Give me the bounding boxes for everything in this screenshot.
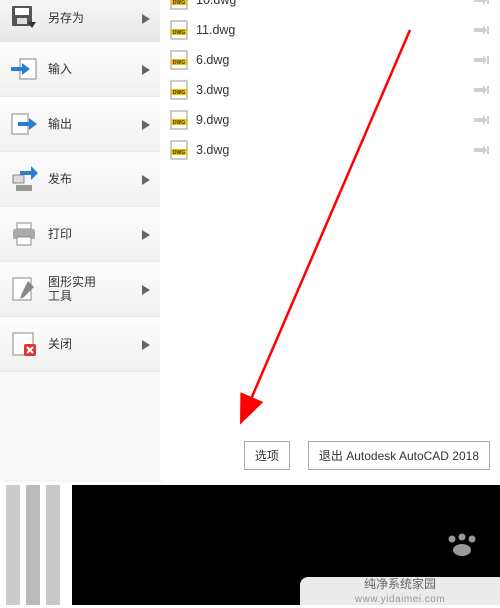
close-icon	[10, 330, 38, 358]
menu-print[interactable]: 打印	[0, 207, 160, 262]
svg-text:DWG: DWG	[173, 150, 185, 156]
menu-export[interactable]: 输出	[0, 97, 160, 152]
import-icon	[10, 55, 38, 83]
pin-icon[interactable]	[474, 0, 490, 7]
file-name: 11.dwg	[196, 23, 474, 37]
menu-label: 发布	[48, 172, 142, 186]
svg-text:DWG: DWG	[173, 30, 185, 36]
dwg-file-icon: DWG	[170, 110, 188, 130]
file-name: 10.dwg	[196, 0, 474, 7]
svg-text:DWG: DWG	[173, 60, 185, 66]
dwg-file-icon: DWG	[170, 80, 188, 100]
menu-label: 输出	[48, 117, 142, 131]
recent-file-item[interactable]: DWG 10.dwg	[160, 0, 500, 15]
menu-label: 图形实用 工具	[48, 275, 142, 304]
submenu-arrow-icon	[142, 339, 150, 349]
menu-label: 另存为	[48, 11, 142, 25]
dwg-file-icon: DWG	[170, 0, 188, 10]
watermark-text: 纯净系统家园	[300, 577, 500, 592]
menu-saveas[interactable]: 另存为	[0, 0, 160, 42]
submenu-arrow-icon	[142, 13, 150, 23]
pin-icon[interactable]	[474, 23, 490, 37]
recent-file-item[interactable]: DWG 6.dwg	[160, 45, 500, 75]
pin-icon[interactable]	[474, 83, 490, 97]
submenu-arrow-icon	[142, 64, 150, 74]
print-icon	[10, 220, 38, 248]
menu-import[interactable]: 输入	[0, 42, 160, 97]
svg-text:DWG: DWG	[173, 0, 185, 6]
decorative-bars	[0, 485, 72, 605]
exit-button[interactable]: 退出 Autodesk AutoCAD 2018	[308, 441, 490, 470]
pin-icon[interactable]	[474, 143, 490, 157]
svg-text:DWG: DWG	[173, 90, 185, 96]
file-name: 3.dwg	[196, 83, 474, 97]
dwg-file-icon: DWG	[170, 140, 188, 160]
recent-file-item[interactable]: DWG 11.dwg	[160, 15, 500, 45]
options-button[interactable]: 选项	[244, 441, 290, 470]
recent-file-item[interactable]: DWG 9.dwg	[160, 105, 500, 135]
pawprint-logo	[444, 533, 480, 557]
menu-drawing-utilities[interactable]: 图形实用 工具	[0, 262, 160, 317]
file-name: 9.dwg	[196, 113, 474, 127]
submenu-arrow-icon	[142, 174, 150, 184]
dwg-file-icon: DWG	[170, 50, 188, 70]
tools-icon	[10, 275, 38, 303]
recent-files-panel: DWG 10.dwg DWG 11.dwg DWG 6.dwg DWG 3.dw…	[160, 0, 500, 480]
recent-file-item[interactable]: DWG 3.dwg	[160, 135, 500, 165]
menu-label: 关闭	[48, 337, 142, 351]
export-icon	[10, 110, 38, 138]
watermark: 纯净系统家园 www.yidaimei.com	[300, 577, 500, 605]
pin-icon[interactable]	[474, 113, 490, 127]
submenu-arrow-icon	[142, 229, 150, 239]
dwg-file-icon: DWG	[170, 20, 188, 40]
app-menu-sidebar: 另存为 输入 输出 发	[0, 0, 160, 480]
pin-icon[interactable]	[474, 53, 490, 67]
file-name: 6.dwg	[196, 53, 474, 67]
submenu-arrow-icon	[142, 119, 150, 129]
recent-file-item[interactable]: DWG 3.dwg	[160, 75, 500, 105]
publish-icon	[10, 165, 38, 193]
file-name: 3.dwg	[196, 143, 474, 157]
menu-label: 输入	[48, 62, 142, 76]
svg-text:DWG: DWG	[173, 120, 185, 126]
menu-close[interactable]: 关闭	[0, 317, 160, 372]
menu-publish[interactable]: 发布	[0, 152, 160, 207]
saveas-icon	[10, 4, 38, 32]
menu-label: 打印	[48, 227, 142, 241]
submenu-arrow-icon	[142, 284, 150, 294]
